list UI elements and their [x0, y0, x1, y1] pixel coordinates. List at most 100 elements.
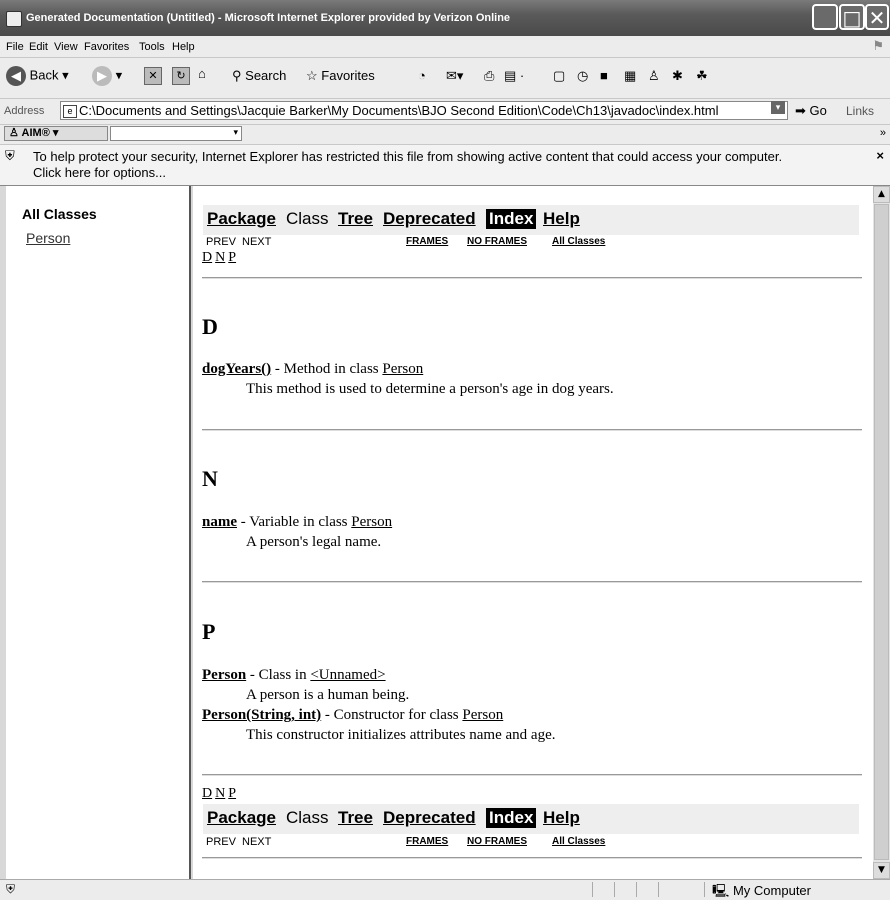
top-navbar: Package Class Tree Deprecated Index Help — [203, 205, 859, 235]
close-window-button[interactable]: ✕ — [865, 4, 889, 30]
info-bar-options[interactable]: Click here for options... — [33, 165, 166, 180]
class-link[interactable]: Person — [351, 514, 392, 530]
aim-buddy-button[interactable]: ♙ — [648, 68, 660, 84]
prev-label: PREV — [206, 236, 236, 248]
letter-link-n[interactable]: N — [215, 786, 225, 801]
page-status-icon: ⛨ — [6, 882, 16, 896]
all-classes-link[interactable]: All Classes — [552, 836, 605, 847]
back-button[interactable]: ◀ Back ▾ — [6, 66, 69, 86]
aim-button[interactable]: ♙ AIM® ▾ — [4, 126, 108, 141]
links-button[interactable]: Links — [846, 104, 874, 118]
shield-icon: ⛨ — [5, 148, 15, 163]
class-link[interactable]: Person — [462, 707, 503, 723]
chat-icon: ✱ — [672, 68, 683, 83]
mail-button[interactable]: ✉▾ — [446, 68, 463, 84]
constructor-link-person[interactable]: Person(String, int) — [202, 707, 321, 723]
all-classes-link[interactable]: All Classes — [552, 236, 605, 247]
no-frames-link[interactable]: NO FRAMES — [467, 836, 527, 847]
nav-help[interactable]: Help — [543, 209, 580, 229]
favorites-button[interactable]: ☆ Favorites — [306, 68, 375, 84]
all-classes-frame: All Classes Person — [6, 186, 191, 879]
toolbar-overflow-icon[interactable]: » — [880, 127, 886, 139]
home-button[interactable]: ⌂ — [198, 66, 206, 81]
entry-description: A person is a human being. — [246, 687, 410, 703]
menu-tools[interactable]: Tools — [139, 41, 165, 53]
chevron-down-icon: ▾ — [233, 127, 238, 137]
security-info-bar[interactable]: ⛨ To help protect your security, Interne… — [0, 145, 890, 186]
media-button[interactable]: ■ — [600, 68, 608, 83]
letter-link-d[interactable]: D — [202, 250, 212, 265]
research-button[interactable]: ▦ — [624, 68, 636, 84]
people-button[interactable]: ☘ — [696, 68, 708, 84]
windows-logo-icon: ⚑ — [872, 38, 884, 53]
refresh-icon: ↻ — [172, 67, 190, 85]
aim-icon: ♙ — [9, 127, 19, 139]
nav-deprecated[interactable]: Deprecated — [383, 209, 476, 229]
history-button[interactable]: ◔ — [418, 68, 426, 83]
menu-favorites[interactable]: Favorites — [84, 41, 129, 53]
home-icon: ⌂ — [198, 66, 206, 81]
menu-view[interactable]: View — [54, 41, 78, 53]
messenger-button[interactable]: ✱ — [672, 68, 683, 84]
discuss-icon: ▢ — [553, 68, 566, 83]
frames-link[interactable]: FRAMES — [406, 236, 448, 247]
class-link-person[interactable]: Person — [26, 230, 70, 246]
entry-kind: - Constructor for class — [321, 707, 463, 723]
forward-button[interactable]: ▶ ▾ — [92, 66, 122, 86]
no-frames-link[interactable]: NO FRAMES — [467, 236, 527, 247]
nav-tree[interactable]: Tree — [338, 209, 373, 229]
scroll-up-button[interactable]: ▲ — [873, 186, 890, 203]
address-dropdown-button[interactable]: ▾ — [771, 101, 785, 114]
class-link[interactable]: Person — [382, 361, 423, 377]
menu-file[interactable]: File — [6, 41, 24, 53]
status-divider — [636, 882, 637, 897]
minimize-button[interactable]: _ — [812, 4, 838, 30]
standard-toolbar: ◀ Back ▾ ▶ ▾ ✕ ↻ ⌂ ⚲ Search ☆ Favorites … — [0, 58, 890, 99]
info-bar-message: To help protect your security, Internet … — [33, 149, 783, 164]
divider — [202, 277, 862, 279]
search-button[interactable]: ⚲ Search — [232, 68, 286, 84]
address-input[interactable]: e C:\Documents and Settings\Jacquie Bark… — [60, 101, 788, 120]
aim-search-field[interactable]: ▾ — [110, 126, 242, 141]
nav-package[interactable]: Package — [207, 209, 276, 229]
package-link-unnamed[interactable]: <Unnamed> — [310, 667, 385, 683]
scroll-thumb[interactable] — [874, 204, 889, 860]
maximize-button[interactable]: □ — [839, 4, 865, 30]
security-zone: 🖳 My Computer — [712, 882, 811, 904]
scroll-down-button[interactable]: ▼ — [873, 862, 890, 879]
divider — [202, 581, 862, 583]
nav-tree[interactable]: Tree — [338, 808, 373, 828]
vertical-scrollbar[interactable]: ▲ ▼ — [873, 186, 890, 879]
class-link-person-entry[interactable]: Person — [202, 667, 246, 683]
discuss-button[interactable]: ▢ — [553, 68, 565, 84]
refresh-button[interactable]: ↻ — [172, 67, 190, 85]
nav-help[interactable]: Help — [543, 808, 580, 828]
letter-link-d[interactable]: D — [202, 786, 212, 801]
letter-index-bottom: DNP — [202, 786, 239, 802]
letter-link-n[interactable]: N — [215, 250, 225, 265]
menu-edit[interactable]: Edit — [29, 41, 48, 53]
member-link-dogyears[interactable]: dogYears() — [202, 361, 271, 377]
search-icon: ⚲ — [232, 68, 242, 83]
go-arrow-icon: ➡ — [795, 103, 806, 118]
nav-package[interactable]: Package — [207, 808, 276, 828]
go-button[interactable]: ➡ Go — [795, 103, 827, 119]
info-bar-close-icon[interactable]: × — [876, 148, 884, 163]
edit-icon: ▤ · — [504, 68, 525, 83]
frames-link[interactable]: FRAMES — [406, 836, 448, 847]
edit-button[interactable]: ▤ · — [504, 68, 524, 84]
printer-icon: ⎙ — [484, 68, 495, 83]
letter-link-p[interactable]: P — [228, 250, 236, 265]
letter-link-p[interactable]: P — [228, 786, 236, 801]
nav-deprecated[interactable]: Deprecated — [383, 808, 476, 828]
member-link-name[interactable]: name — [202, 514, 237, 530]
clock-button[interactable]: ◷ — [577, 68, 588, 84]
zone-label: My Computer — [732, 883, 811, 898]
index-entry: Person - Class in <Unnamed> — [202, 667, 386, 684]
print-button[interactable]: ⎙ — [484, 68, 494, 84]
menu-help[interactable]: Help — [172, 41, 195, 53]
prev-label: PREV — [206, 836, 236, 848]
stop-button[interactable]: ✕ — [144, 67, 162, 85]
nav-class: Class — [286, 808, 329, 827]
status-divider — [614, 882, 615, 897]
